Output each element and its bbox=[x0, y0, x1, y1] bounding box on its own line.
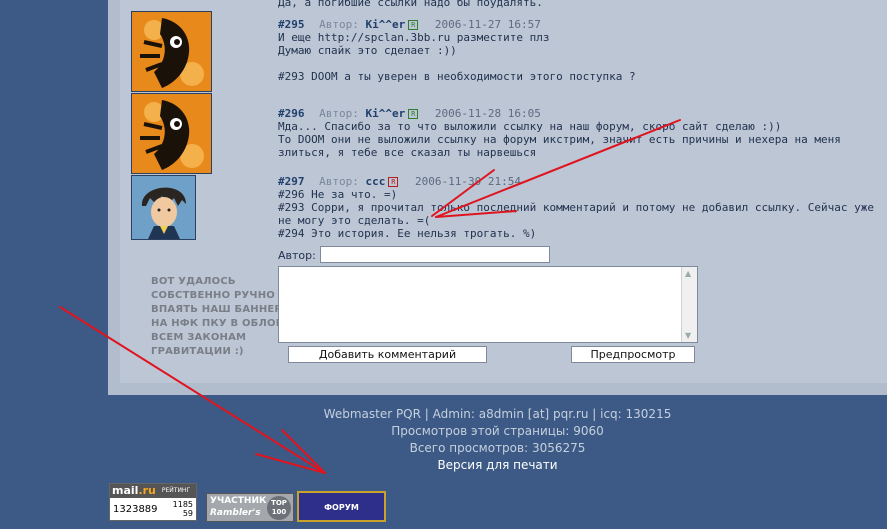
author-name-link[interactable]: ccc bbox=[366, 175, 386, 188]
post-date: 2006-11-27 16:57 bbox=[434, 18, 541, 31]
avatar-image bbox=[132, 176, 195, 239]
annotation-line: ВОТ УДАЛОСЬ bbox=[151, 276, 236, 287]
post-number-link[interactable]: #297 bbox=[278, 175, 305, 188]
post-text-line: не могу это сделать. =( bbox=[278, 214, 431, 227]
post-text-line: #293 DOOM а ты уверен в необходимости эт… bbox=[278, 70, 636, 83]
registered-badge-icon: R bbox=[388, 177, 399, 187]
post-text-line: То DOOM они не выложили ссылку на форум … bbox=[278, 133, 841, 146]
post-text-line: И еще http://spclan.3bb.ru разместите пл… bbox=[278, 31, 550, 44]
annotation-note: ВОТ УДАЛОСЬ СОБСТВЕННО РУЧНО ВПАЯТЬ НАШ … bbox=[151, 275, 286, 359]
footer-contacts: Webmaster PQR | Admin: a8dmin [at] pqr.r… bbox=[323, 407, 672, 421]
mail-ru-stat: 59 bbox=[182, 509, 193, 518]
post-number-link[interactable]: #295 bbox=[278, 18, 305, 31]
author-label: Автор: bbox=[319, 18, 359, 31]
annotation-line: СОБСТВЕННО РУЧНО bbox=[151, 290, 275, 301]
avatar-image bbox=[132, 12, 211, 91]
annotation-line: НА НФК ПКУ В ОБЛОМ bbox=[151, 318, 286, 329]
post-text-line: Думаю спайк это сделает :)) bbox=[278, 44, 457, 57]
post-text-line: #296 Не за что. =) bbox=[278, 188, 398, 201]
rambler-label: УЧАСТНИК bbox=[210, 496, 267, 506]
post-number-link[interactable]: #296 bbox=[278, 107, 305, 120]
comment-scrollbar[interactable]: ▲ ▼ bbox=[681, 267, 697, 342]
post: #295 Автор: Ki^^er R 2006-11-27 16:57 И е… bbox=[278, 18, 636, 83]
mail-ru-logo: mail.ru РЕЙТИНГ bbox=[110, 484, 196, 498]
scroll-down-icon[interactable]: ▼ bbox=[685, 331, 691, 340]
rambler-logo: Rambler's bbox=[210, 508, 261, 518]
annotation-line: ВСЕМ ЗАКОНАМ bbox=[151, 332, 247, 343]
forum-banner[interactable]: ФОРУМ bbox=[297, 491, 386, 522]
post-date: 2006-11-28 16:05 bbox=[434, 107, 541, 120]
comment-textarea[interactable]: ▲ ▼ bbox=[278, 266, 698, 343]
avatar bbox=[131, 93, 212, 174]
author-name-link[interactable]: Ki^^er bbox=[366, 18, 406, 31]
post-text-line: #294 Это история. Ее нельзя трогать. %) bbox=[278, 227, 537, 240]
post-text-line: #293 Сорри, я прочитал только последний … bbox=[278, 201, 875, 214]
annotation-line: ГРАВИТАЦИИ :) bbox=[151, 346, 244, 357]
print-version-link[interactable]: Версия для печати bbox=[108, 458, 887, 472]
registered-badge-icon: R bbox=[408, 20, 419, 30]
mail-ru-counter: 1323889 bbox=[113, 504, 158, 515]
author-field-label: Автор: bbox=[278, 249, 316, 262]
post-header: #296 Автор: Ki^^er R 2006-11-28 16:05 bbox=[278, 107, 841, 120]
scroll-up-icon[interactable]: ▲ bbox=[685, 269, 691, 278]
page-views: Просмотров этой страницы: 9060 bbox=[391, 424, 604, 438]
author-input[interactable] bbox=[320, 246, 550, 263]
post-header: #295 Автор: Ki^^er R 2006-11-27 16:57 bbox=[278, 18, 636, 31]
post-date: 2006-11-30 21:54 bbox=[415, 175, 521, 188]
author-label: Автор: bbox=[319, 175, 359, 188]
preview-button[interactable]: Предпросмотр bbox=[571, 346, 695, 363]
post-header: #297 Автор: ccc R 2006-11-30 21:54 bbox=[278, 175, 874, 188]
registered-badge-icon: R bbox=[408, 109, 419, 119]
post: #296 Автор: Ki^^er R 2006-11-28 16:05 Мда… bbox=[278, 107, 841, 159]
author-label: Автор: bbox=[319, 107, 359, 120]
add-comment-button[interactable]: Добавить комментарий bbox=[288, 346, 487, 363]
mail-ru-rating-banner[interactable]: mail.ru РЕЙТИНГ 1323889 1185 59 bbox=[109, 483, 197, 521]
avatar-image bbox=[132, 94, 211, 173]
avatar bbox=[131, 175, 196, 240]
post-text-line: злиться, я тебе все сказал ты нарвешься bbox=[278, 146, 537, 159]
annotation-line: ВПАЯТЬ НАШ БАННЕР bbox=[151, 304, 282, 315]
avatar bbox=[131, 11, 212, 92]
total-views: Всего просмотров: 3056275 bbox=[409, 441, 586, 455]
post: #297 Автор: ccc R 2006-11-30 21:54 #296 Н… bbox=[278, 175, 874, 240]
top100-badge-icon: TOP 100 bbox=[267, 496, 291, 520]
author-name-link[interactable]: Ki^^er bbox=[366, 107, 406, 120]
post-text-line: Мда... Спасибо за то что выложили ссылку… bbox=[278, 120, 782, 133]
mail-ru-stat: 1185 bbox=[172, 500, 193, 509]
partial-post-line: Да, а погибшие ссылки надо бы поудалять. bbox=[278, 0, 543, 9]
post-text-line bbox=[278, 57, 636, 70]
rambler-top100-banner[interactable]: УЧАСТНИК Rambler's TOP 100 bbox=[206, 493, 294, 522]
forum-banner-label: ФОРУМ bbox=[324, 503, 359, 512]
